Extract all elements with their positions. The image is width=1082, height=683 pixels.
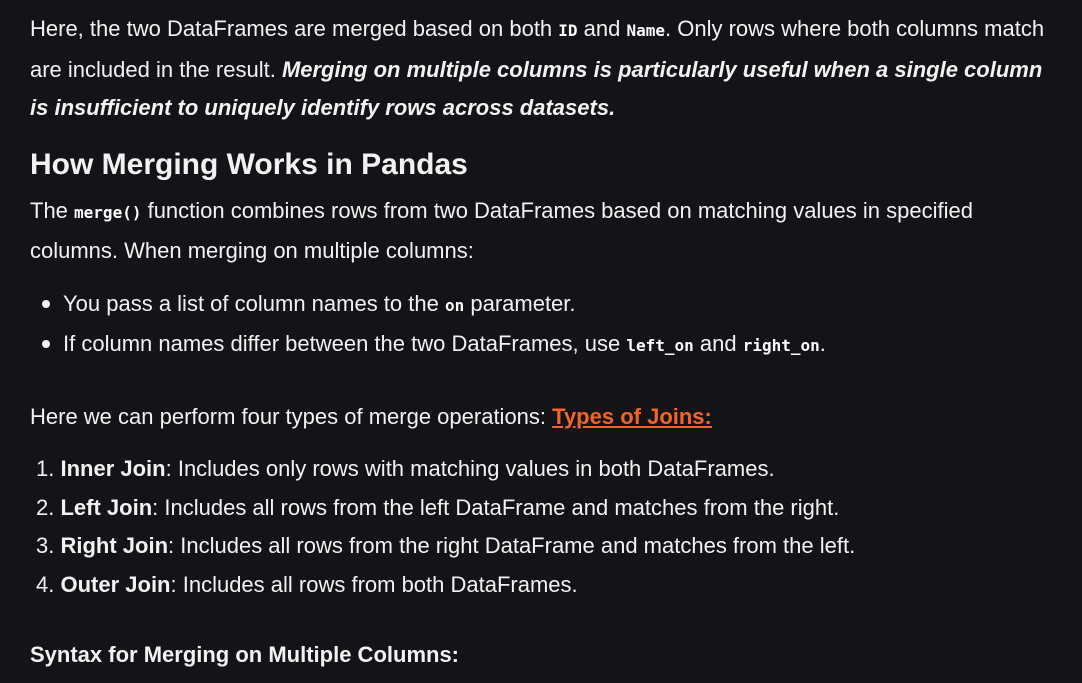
- types-of-joins-link[interactable]: Types of Joins:: [552, 404, 712, 429]
- bullet-text: and: [693, 331, 743, 356]
- how-text-1: The: [30, 197, 75, 223]
- code-name: Name: [626, 21, 666, 40]
- join-name: Right Join: [60, 533, 169, 558]
- join-name: Left Join: [60, 494, 153, 520]
- bullet-text: .: [819, 331, 826, 356]
- list-item: 4. Outer Join: Includes all rows from bo…: [36, 566, 1052, 605]
- list-number: 2.: [36, 494, 55, 520]
- join-name: Inner Join: [60, 456, 166, 481]
- list-item: If column names differ between the two D…: [42, 325, 1052, 366]
- list-item: 3. Right Join: Includes all rows from th…: [36, 527, 1052, 566]
- code-id: ID: [558, 21, 578, 40]
- list-item: 1. Inner Join: Includes only rows with m…: [36, 450, 1052, 489]
- list-number: 4.: [36, 571, 55, 597]
- bullet-text: You pass a list of column names to the: [63, 290, 445, 316]
- list-item: You pass a list of column names to the o…: [42, 285, 1052, 326]
- join-desc: : Includes all rows from both DataFrames…: [170, 571, 578, 597]
- how-text-2: function combines rows from two DataFram…: [30, 197, 973, 264]
- bullet-dot-icon: [42, 299, 50, 308]
- code-on: on: [444, 295, 465, 315]
- join-desc: : Includes all rows from the left DataFr…: [152, 494, 840, 520]
- section-heading: How Merging Works in Pandas: [30, 147, 468, 181]
- list-number: 1.: [36, 456, 55, 481]
- intro-paragraph: Here, the two DataFrames are merged base…: [30, 10, 1052, 128]
- how-paragraph: The merge() function combines rows from …: [30, 192, 1052, 271]
- intro-text-1: Here, the two DataFrames are merged base…: [30, 16, 559, 41]
- list-item: 2. Left Join: Includes all rows from the…: [36, 489, 1052, 528]
- join-desc: : Includes only rows with matching value…: [165, 456, 775, 481]
- bullet-dot-icon: [42, 340, 50, 348]
- code-right-on: right_on: [742, 336, 820, 355]
- join-desc: : Includes all rows from the right DataF…: [168, 533, 856, 558]
- syntax-heading: Syntax for Merging on Multiple Columns:: [30, 642, 459, 667]
- perform-text: Here we can perform four types of merge …: [30, 403, 553, 429]
- bullet-list: You pass a list of column names to the o…: [42, 285, 1052, 366]
- article-content: Here, the two DataFrames are merged base…: [0, 0, 1052, 675]
- list-number: 3.: [36, 533, 55, 558]
- code-merge: merge(): [74, 202, 142, 222]
- intro-text-2: and: [577, 16, 627, 41]
- perform-paragraph: Here we can perform four types of merge …: [30, 398, 1052, 437]
- joins-list: 1. Inner Join: Includes only rows with m…: [36, 450, 1052, 604]
- code-left-on: left_on: [626, 336, 694, 355]
- bullet-text: parameter.: [464, 290, 576, 316]
- bullet-text: If column names differ between the two D…: [63, 331, 627, 356]
- join-name: Outer Join: [60, 571, 171, 597]
